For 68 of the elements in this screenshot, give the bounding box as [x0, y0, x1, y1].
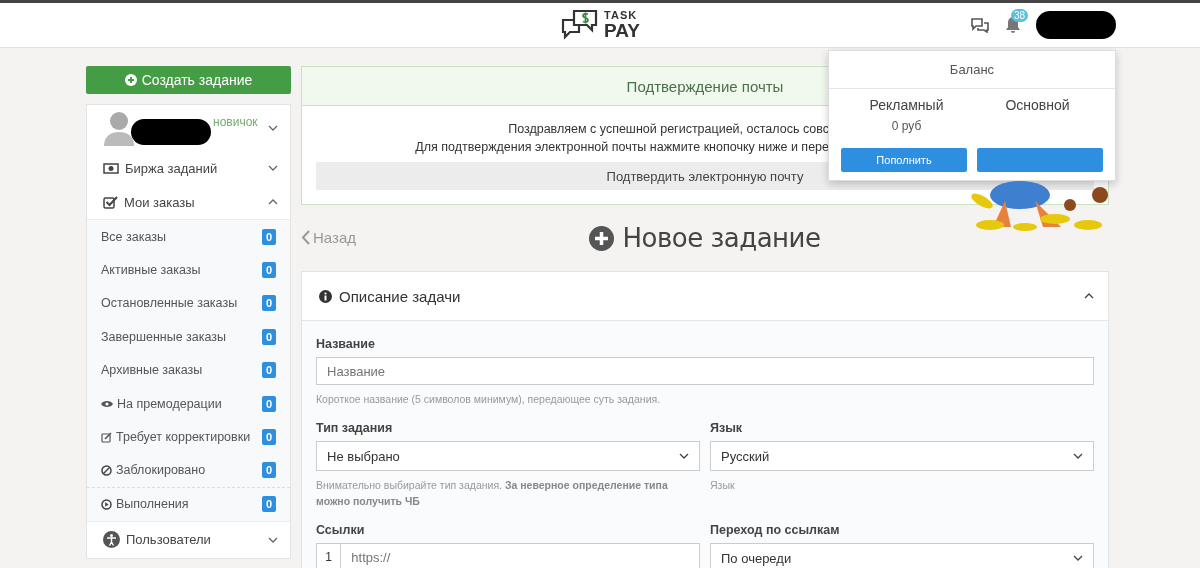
field-label: Ссылки — [316, 523, 366, 537]
panel-title: Подтверждение почты — [626, 77, 784, 95]
avatar-icon — [103, 110, 135, 146]
info-icon — [319, 289, 332, 303]
sidebar-section[interactable]: Биржа заданий — [87, 151, 290, 185]
count-badge: 0 — [261, 262, 276, 279]
count-badge: 0 — [261, 328, 276, 345]
chevron-up-icon — [268, 199, 278, 205]
message-text: Поздравляем с успешной регистрацией, осталось совс — [508, 122, 829, 136]
ban-icon — [101, 464, 112, 476]
plus-circle-icon — [124, 74, 137, 86]
task-type-dropdown[interactable]: Не выбрано — [316, 441, 700, 471]
orders-menu-item[interactable]: Завершенные заказы 0 — [87, 320, 290, 354]
count-badge: 0 — [261, 295, 276, 312]
notification-badge: 38 — [1011, 9, 1029, 22]
chevron-down-icon — [679, 453, 689, 459]
link-number: 1 — [316, 543, 341, 568]
count-badge: 0 — [261, 496, 276, 513]
eye-icon — [101, 399, 113, 408]
edit-icon — [101, 431, 112, 443]
chevron-down-icon — [268, 165, 278, 171]
chevron-down-icon — [1073, 555, 1083, 561]
chevron-down-icon[interactable] — [268, 125, 278, 131]
page-title: Новое задание — [589, 223, 821, 253]
field-hint: Язык — [710, 478, 736, 493]
language-dropdown[interactable]: Русский — [710, 441, 1094, 471]
name-field[interactable]: Название — [316, 357, 1094, 385]
logo[interactable]: TASK PAY — [560, 8, 640, 42]
orders-menu-item[interactable]: Все заказы 0 — [87, 220, 290, 254]
logo-text: TASK — [604, 10, 639, 21]
chevron-left-icon — [301, 230, 310, 245]
chevron-down-icon — [1073, 453, 1083, 459]
sidebar-section[interactable]: Пользователи — [87, 521, 290, 558]
plus-circle-icon — [589, 225, 615, 251]
chevron-up-icon — [1084, 293, 1094, 299]
play-circle-icon — [101, 498, 112, 510]
chevron-down-icon — [268, 536, 278, 543]
count-badge: 0 — [261, 429, 276, 446]
balance-value: 0 руб — [891, 119, 922, 133]
logo-text: PAY — [604, 21, 640, 40]
orders-menu-item[interactable]: Требует корректировки 0 — [87, 420, 290, 454]
count-badge: 0 — [261, 395, 276, 412]
count-badge: 0 — [261, 362, 276, 379]
message-text: Для подтверждения электронной почты нажмите кнопочку ниже и пере — [415, 140, 829, 154]
field-hint: Короткое название (5 символов минимум), передающее суть задания. — [316, 392, 662, 407]
field-label: Язык — [710, 421, 744, 435]
sidebar-section[interactable]: Мои заказы — [87, 185, 290, 219]
orders-menu-item[interactable]: Заблокировано 0 — [87, 453, 290, 488]
link-order-dropdown[interactable]: По очереди — [710, 543, 1094, 568]
link-field[interactable]: https:// — [340, 543, 700, 568]
field-label: Тип задания — [316, 421, 394, 435]
checkbox-icon — [103, 195, 118, 209]
user-rank: новичок — [213, 115, 258, 129]
orders-menu-item[interactable]: Архивные заказы 0 — [87, 353, 290, 387]
accessibility-icon — [103, 531, 120, 548]
chat-icon[interactable] — [970, 17, 990, 33]
balance-label: Основной — [1005, 97, 1070, 113]
orders-menu-item[interactable]: На премодерации 0 — [87, 386, 290, 421]
count-badge: 0 — [261, 228, 276, 245]
orders-menu-item[interactable]: Активные заказы 0 — [87, 253, 290, 287]
field-label: Название — [316, 337, 376, 351]
orders-menu-item[interactable]: Остановленные заказы 0 — [87, 286, 290, 321]
banknote-icon — [103, 162, 119, 174]
field-label: Переход по ссылкам — [710, 523, 841, 537]
field-hint: Внимательно выбирайте тип задания. За неверное определение типа можно получить ЧБ — [316, 478, 669, 509]
popup-title: Баланс — [949, 62, 995, 77]
balance-label: Рекламный — [869, 97, 944, 113]
count-badge: 0 — [261, 462, 276, 479]
